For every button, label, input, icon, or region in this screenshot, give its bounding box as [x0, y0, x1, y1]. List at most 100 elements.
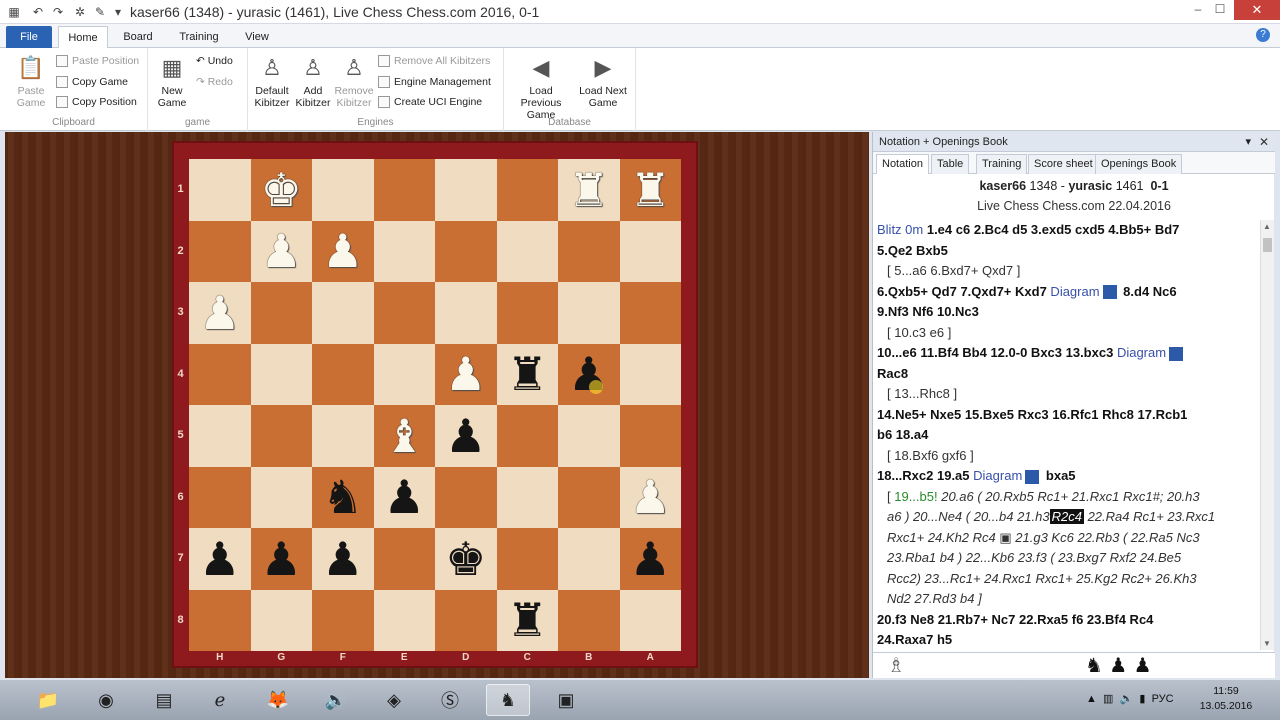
black-knight-icon[interactable]: ♞ — [322, 474, 363, 520]
square-e2[interactable] — [373, 220, 435, 282]
panel-menu-icon[interactable]: ▾ — [1245, 132, 1251, 152]
notation-line[interactable]: 20.f3 Ne8 21.Rb7+ Nc7 22.Rxa5 f6 23.Bf4 … — [877, 610, 1257, 631]
pin-quick-icon[interactable]: ✎ — [92, 4, 108, 20]
load-next-game-button[interactable]: ▶ Load Next Game — [574, 54, 632, 109]
current-move[interactable]: R2c4 — [1049, 509, 1084, 524]
notation-line[interactable]: a6 ) 20...Ne4 ( 20...b4 21.h3 R2c4 22.Ra4… — [877, 507, 1257, 528]
chessbase-taskbar-icon[interactable]: ♞ — [486, 684, 530, 716]
calculator-icon[interactable]: ▤ — [142, 684, 186, 716]
square-f1[interactable] — [312, 159, 374, 221]
audio-icon[interactable]: 🔊 — [314, 684, 358, 716]
media-player-icon[interactable]: ◉ — [84, 684, 128, 716]
move-text[interactable]: 23.Rba1 b4 ) 22...Kb6 23.f3 ( 23.Bxg7 Rx… — [887, 550, 1181, 565]
diagram-link[interactable]: Diagram — [1047, 284, 1099, 299]
square-f7[interactable]: ♟ — [312, 528, 374, 590]
paste-game-button[interactable]: 📋 Paste Game — [8, 54, 54, 109]
move-text[interactable]: bxa5 — [1042, 468, 1076, 483]
move-text[interactable]: 22.Ra4 Rc1+ 23.Rxc1 — [1084, 509, 1216, 524]
square-f3[interactable] — [312, 282, 374, 344]
square-f2[interactable]: ♟ — [312, 220, 374, 282]
square-a5[interactable] — [619, 405, 681, 467]
white-pawn-icon[interactable]: ♟ — [445, 351, 486, 397]
new-game-button[interactable]: ▦ New Game — [152, 54, 192, 109]
copy-game-button[interactable]: Copy Game — [56, 73, 128, 91]
white-rook-icon[interactable]: ♜ — [630, 167, 671, 213]
notation-line[interactable]: 5.Qe2 Bxb5 — [877, 241, 1257, 262]
square-g5[interactable] — [250, 405, 312, 467]
language-indicator[interactable]: РУС — [1152, 693, 1174, 705]
square-d5[interactable]: ♟ — [435, 405, 497, 467]
square-c5[interactable] — [496, 405, 558, 467]
square-h3[interactable]: ♟ — [189, 282, 251, 344]
redo-quick-icon[interactable]: ↷ — [50, 4, 66, 20]
square-b1[interactable]: ♜ — [558, 159, 620, 221]
move-text[interactable]: 10...e6 11.Bf4 Bb4 12.0-0 Bxc3 13.bxc3 — [877, 345, 1113, 360]
remove-all-kibitzers-button[interactable]: Remove All Kibitzers — [378, 52, 490, 70]
move-text[interactable]: [ 10.c3 e6 ] — [887, 325, 951, 340]
move-text[interactable]: 14.Ne5+ Nxe5 15.Bxe5 Rxc3 16.Rfc1 Rhc8 1… — [877, 407, 1187, 422]
scroll-up-icon[interactable]: ▲ — [1263, 222, 1271, 231]
square-c6[interactable] — [496, 466, 558, 528]
black-pawn-icon[interactable]: ♟ — [630, 536, 671, 582]
square-d7[interactable]: ♚ — [435, 528, 497, 590]
network-icon[interactable]: ▥ — [1103, 693, 1113, 705]
square-c4[interactable]: ♜ — [496, 343, 558, 405]
move-text[interactable]: 8.d4 Nc6 — [1120, 284, 1176, 299]
white-pawn-icon[interactable]: ♟ — [630, 474, 671, 520]
variation-move[interactable]: Rxc1+ 24.Kh2 Rc4 — [887, 530, 996, 545]
tab-score-sheet[interactable]: Score sheet — [1028, 154, 1099, 174]
power-icon[interactable]: ▮ — [1139, 693, 1145, 705]
default-kibitzer-button[interactable]: ♙ Default Kibitzer — [252, 54, 292, 109]
black-rook-icon[interactable]: ♜ — [507, 351, 548, 397]
notation-line[interactable]: Rxc1+ 24.Kh2 Rc4 ▣ 21.g3 Kc6 22.Rb3 ( 22… — [877, 528, 1257, 549]
notation-line[interactable]: [ 5...a6 6.Bxd7+ Qxd7 ] — [877, 261, 1257, 282]
notation-line[interactable]: 18...Rxc2 19.a5 Diagram bxa5 — [877, 466, 1257, 487]
close-window-button[interactable]: ✕ — [1234, 0, 1280, 20]
move-text[interactable]: Rcc2) 23...Rc1+ 24.Rxc1 Rxc1+ 25.Kg2 Rc2… — [887, 571, 1197, 586]
black-rook-icon[interactable]: ♜ — [507, 597, 548, 643]
white-pawn-icon[interactable]: ♟ — [261, 228, 302, 274]
move-text[interactable]: Rac8 — [877, 366, 908, 381]
white-bishop-icon[interactable]: ♝ — [384, 413, 425, 459]
square-b4[interactable]: ♟ — [558, 343, 620, 405]
square-a3[interactable] — [619, 282, 681, 344]
diagram-link[interactable]: Diagram — [1113, 345, 1166, 360]
square-e3[interactable] — [373, 282, 435, 344]
undo-button[interactable]: ↶ Undo — [196, 52, 233, 70]
remove-kibitzer-button[interactable]: ♙ Remove Kibitzer — [334, 54, 374, 109]
square-a7[interactable]: ♟ — [619, 528, 681, 590]
square-d3[interactable] — [435, 282, 497, 344]
white-pawn-icon[interactable]: ♟ — [199, 290, 240, 336]
square-c3[interactable] — [496, 282, 558, 344]
square-g1[interactable]: ♚ — [250, 159, 312, 221]
tab-table[interactable]: Table — [931, 154, 970, 174]
tab-home[interactable]: Home — [58, 26, 108, 48]
square-a1[interactable]: ♜ — [619, 159, 681, 221]
move-text[interactable]: [ 13...Rhc8 ] — [887, 386, 957, 401]
notation-line[interactable]: Rac8 — [877, 364, 1257, 385]
notation-line[interactable]: 6.Qxb5+ Qd7 7.Qxd7+ Kxd7 Diagram 8.d4 Nc… — [877, 282, 1257, 303]
square-c2[interactable] — [496, 220, 558, 282]
quick-access-menu-icon[interactable]: ▾ — [110, 4, 126, 20]
notation-line[interactable]: [ 18.Bxf6 gxf6 ] — [877, 446, 1257, 467]
square-b3[interactable] — [558, 282, 620, 344]
move-text[interactable]: [ 5...a6 6.Bxd7+ Qxd7 ] — [887, 263, 1020, 278]
minimize-button[interactable]: – — [1188, 2, 1208, 16]
square-h5[interactable] — [189, 405, 251, 467]
move-text[interactable]: b6 18.a4 — [877, 427, 928, 442]
square-e8[interactable] — [373, 589, 435, 651]
move-text[interactable]: 21.g3 Kc6 22.Rb3 ( 22.Ra5 Nc3 — [1015, 530, 1199, 545]
white-rook-icon[interactable]: ♜ — [568, 167, 609, 213]
black-pawn-icon[interactable]: ♟ — [568, 351, 609, 397]
square-b7[interactable] — [558, 528, 620, 590]
notation-line[interactable]: Blitz 0m 1.e4 c6 2.Bc4 d5 3.exd5 cxd5 4.… — [877, 220, 1257, 241]
recorder-icon[interactable]: ▣ — [544, 684, 588, 716]
move-text[interactable]: 20.a6 ( 20.Rxb5 Rc1+ 21.Rxc1 Rxc1#; 20.h… — [938, 489, 1199, 504]
notation-line[interactable]: b6 18.a4 — [877, 425, 1257, 446]
notation-line[interactable]: [ 10.c3 e6 ] — [877, 323, 1257, 344]
square-h1[interactable] — [189, 159, 251, 221]
square-h4[interactable] — [189, 343, 251, 405]
square-e4[interactable] — [373, 343, 435, 405]
engine-management-button[interactable]: Engine Management — [378, 73, 491, 91]
square-g2[interactable]: ♟ — [250, 220, 312, 282]
